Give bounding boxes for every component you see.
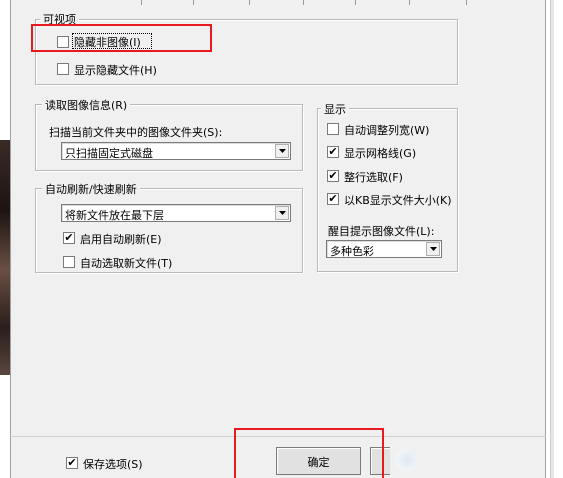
highlight-box-hide-non-image [31,24,212,52]
tab-divider [355,0,356,5]
display-legend: 显示 [321,101,349,117]
enable-auto-refresh-label[interactable]: 启用自动刷新(E) [80,231,162,247]
tab-divider [466,0,467,5]
auto-column-width-label[interactable]: 自动调整列宽(W) [344,122,429,138]
new-file-position-select[interactable]: 将新文件放在最下层 [61,204,291,222]
save-options-checkbox[interactable]: ✔ [66,457,78,469]
kb-file-size-label[interactable]: 以KB显示文件大小(K) [344,192,452,208]
show-hidden-files-label[interactable]: 显示隐藏文件(H) [74,62,157,78]
right-scrollbar[interactable] [550,0,554,478]
scan-folders-value: 只扫描固定式磁盘 [65,147,153,160]
tab-divider [249,0,250,5]
dropdown-arrow-icon[interactable] [426,242,440,256]
tab-divider [303,0,304,5]
enable-auto-refresh-checkbox[interactable]: ✔ [63,232,75,244]
save-options-label[interactable]: 保存选项(S) [83,456,143,472]
new-file-position-value: 将新文件放在最下层 [65,209,164,222]
highlight-images-label: 醒目提示图像文件(L): [328,225,435,238]
highlight-images-value: 多种色彩 [330,245,374,258]
kb-file-size-checkbox[interactable]: ✔ [327,193,339,205]
tab-divider [141,0,142,5]
tab-divider [409,0,410,5]
ghost-icon [394,448,416,472]
scan-folders-select[interactable]: 只扫描固定式磁盘 [61,142,291,160]
full-row-select-label[interactable]: 整行选取(F) [344,169,403,185]
tab-divider [193,0,194,5]
show-grid-lines-label[interactable]: 显示网格线(G) [344,145,416,161]
full-row-select-checkbox[interactable]: ✔ [327,170,339,182]
auto-select-new-files-checkbox[interactable] [63,256,75,268]
dropdown-arrow-icon[interactable] [275,144,289,158]
highlight-images-select[interactable]: 多种色彩 [326,240,442,258]
scan-folders-label: 扫描当前文件夹中的图像文件夹(S): [49,126,223,139]
auto-column-width-checkbox[interactable] [327,123,339,135]
show-grid-lines-checkbox[interactable]: ✔ [327,146,339,158]
auto-refresh-legend: 自动刷新/快速刷新 [42,181,140,197]
read-image-info-legend: 读取图像信息(R) [42,97,131,113]
highlight-box-ok-button [234,428,384,478]
dropdown-arrow-icon[interactable] [275,206,289,220]
auto-select-new-files-label[interactable]: 自动选取新文件(T) [80,255,172,271]
show-hidden-files-checkbox[interactable] [57,63,69,75]
